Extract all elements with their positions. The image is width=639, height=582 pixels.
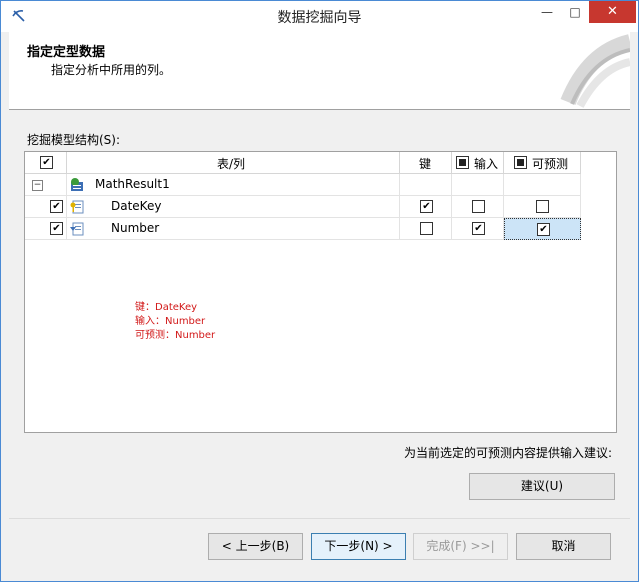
suggest-button[interactable]: 建议(U) (469, 473, 615, 500)
wizard-content: 挖掘模型结构(S): ✔ 表/列 键 输入 可预测 − MathResult1 … (9, 110, 630, 518)
row-predict-cell: ✔ (504, 218, 581, 240)
header-input-label: 输入 (474, 157, 499, 171)
input-checkbox[interactable]: ✔ (472, 222, 485, 235)
row-select-checkbox[interactable]: ✔ (50, 222, 63, 235)
key-column-icon (70, 200, 84, 214)
wizard-header: 指定定型数据 指定分析中所用的列。 (9, 32, 630, 110)
predict-checkbox[interactable] (536, 200, 549, 213)
title-bar: 数据挖掘向导 — □ ✕ (1, 1, 638, 32)
input-all-checkbox[interactable] (456, 156, 469, 169)
header-key-label: 键 (419, 157, 432, 171)
cancel-button[interactable]: 取消 (516, 533, 611, 560)
header-predict-label: 可预测 (532, 157, 569, 171)
mining-structure-grid[interactable]: ✔ 表/列 键 输入 可预测 − MathResult1 ✔ DateKey ✔… (24, 151, 617, 433)
input-checkbox[interactable] (472, 200, 485, 213)
header-predict: 可预测 (504, 152, 581, 174)
close-button[interactable]: ✕ (589, 1, 636, 23)
header-table-column: 表/列 (67, 152, 400, 174)
row-name: Number (111, 221, 160, 235)
table-row[interactable]: ✔ DateKey ✔ (25, 196, 581, 218)
row-key-cell (400, 174, 452, 196)
table-icon (71, 178, 83, 191)
predict-checkbox[interactable]: ✔ (537, 223, 550, 236)
row-name-cell: MathResult1 (67, 174, 400, 196)
row-select-checkbox[interactable]: ✔ (50, 200, 63, 213)
row-key-cell (400, 218, 452, 240)
wizard-window: 数据挖掘向导 — □ ✕ 指定定型数据 指定分析中所用的列。 挖掘模型结构(S)… (0, 0, 639, 582)
finish-button[interactable]: 完成(F) >>| (413, 533, 508, 560)
row-name-cell: Number (67, 218, 400, 240)
key-checkbox[interactable] (420, 222, 433, 235)
row-predict-cell (504, 196, 581, 218)
grid-header-row: ✔ 表/列 键 输入 可预测 (25, 152, 581, 174)
page-subtitle: 指定分析中所用的列。 (51, 63, 172, 77)
collapse-icon[interactable]: − (32, 180, 43, 191)
wizard-logo-icon (560, 34, 630, 108)
header-key: 键 (400, 152, 452, 174)
column-icon (70, 222, 84, 236)
wizard-footer: < 上一步(B) 下一步(N) > 完成(F) >>| 取消 (9, 518, 630, 577)
table-row[interactable]: − MathResult1 (25, 174, 581, 196)
annotation-predict: 可预测：Number (135, 330, 216, 341)
row-predict-cell (504, 174, 581, 196)
select-all-checkbox[interactable]: ✔ (40, 156, 53, 169)
annotation-input: 输入：Number (135, 316, 206, 327)
header-input: 输入 (452, 152, 504, 174)
row-key-cell: ✔ (400, 196, 452, 218)
row-select-cell: − (25, 174, 67, 196)
key-checkbox[interactable]: ✔ (420, 200, 433, 213)
back-button[interactable]: < 上一步(B) (208, 533, 303, 560)
structure-label: 挖掘模型结构(S): (27, 133, 121, 147)
annotation-key: 键：DateKey (135, 302, 198, 313)
maximize-button[interactable]: □ (561, 1, 589, 23)
suggest-hint: 为当前选定的可预测内容提供输入建议: (404, 446, 613, 460)
table-row[interactable]: ✔ Number ✔ ✔ (25, 218, 581, 240)
row-input-cell: ✔ (452, 218, 504, 240)
predict-all-checkbox[interactable] (514, 156, 527, 169)
page-title: 指定定型数据 (27, 45, 106, 60)
header-table-column-label: 表/列 (217, 157, 246, 171)
row-name: DateKey (111, 199, 162, 213)
row-name: MathResult1 (95, 177, 170, 191)
row-select-cell: ✔ (25, 218, 67, 240)
row-input-cell (452, 174, 504, 196)
minimize-button[interactable]: — (533, 1, 561, 23)
row-input-cell (452, 196, 504, 218)
next-button[interactable]: 下一步(N) > (311, 533, 406, 560)
row-select-cell: ✔ (25, 196, 67, 218)
header-select-cell: ✔ (25, 152, 67, 174)
row-name-cell: DateKey (67, 196, 400, 218)
